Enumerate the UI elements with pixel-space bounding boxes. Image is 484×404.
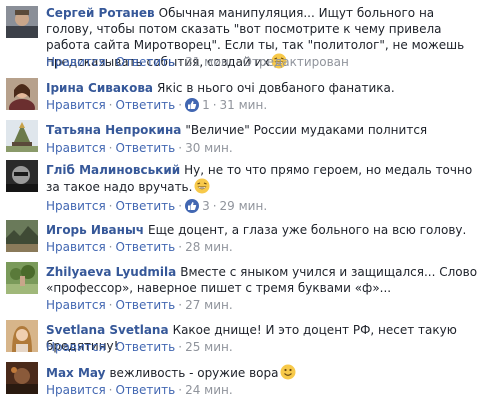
comment-time[interactable]: 30 мин. xyxy=(185,141,233,155)
comment-time[interactable]: 24 мин. xyxy=(185,383,233,397)
separator-dot: · xyxy=(235,55,240,69)
comment-time[interactable]: 25 мин. xyxy=(185,340,233,354)
like-button[interactable]: Нравится xyxy=(46,98,106,112)
comment-author[interactable]: Zhilyaeva Lyudmila xyxy=(46,265,176,279)
comment-author[interactable]: Гліб Малиновський xyxy=(46,163,180,177)
reply-button[interactable]: Ответить xyxy=(116,383,176,397)
separator-dot: · xyxy=(178,199,183,213)
avatar[interactable] xyxy=(6,262,38,294)
reply-button[interactable]: Ответить xyxy=(116,298,176,312)
comment-item: Татьяна Непрокина "Величие" России мудака… xyxy=(0,120,484,160)
avatar[interactable] xyxy=(6,220,38,252)
like-button[interactable]: Нравится xyxy=(46,298,106,312)
thumbs-up-icon[interactable] xyxy=(185,98,200,112)
avatar[interactable] xyxy=(6,320,38,352)
thumbs-up-icon[interactable] xyxy=(185,199,200,213)
like-button[interactable]: Нравится xyxy=(46,55,106,69)
smiley-face-icon xyxy=(280,364,296,380)
separator-dot: · xyxy=(178,98,183,112)
separator-dot: · xyxy=(108,55,113,69)
reply-button[interactable]: Ответить xyxy=(116,55,176,69)
avatar[interactable] xyxy=(6,120,38,152)
laughing-face-icon xyxy=(194,178,210,194)
avatar[interactable] xyxy=(6,78,38,110)
comment-author[interactable]: Сергей Ротанев xyxy=(46,6,155,20)
comment-text: Еще доцент, а глаза уже больного на всю … xyxy=(148,223,467,237)
comment-author[interactable]: Татьяна Непрокина xyxy=(46,123,181,137)
separator-dot: · xyxy=(108,383,113,397)
edited-label[interactable]: Отредактирован xyxy=(243,55,349,69)
comment-time[interactable]: 27 мин. xyxy=(185,298,233,312)
comment-time[interactable]: 28 мин. xyxy=(185,240,233,254)
comment-item: Max May вежливость - оружие вора Нравится… xyxy=(0,362,484,402)
separator-dot: · xyxy=(178,240,183,254)
reply-button[interactable]: Ответить xyxy=(116,199,176,213)
comment-item: Zhilyaeva Lyudmila Вместе с яныком учился… xyxy=(0,262,484,318)
comment-item: Гліб Малиновський Ну, не то что прямо гер… xyxy=(0,160,484,216)
comment-author[interactable]: Игорь Иваныч xyxy=(46,223,144,237)
separator-dot: · xyxy=(212,98,217,112)
like-button[interactable]: Нравится xyxy=(46,141,106,155)
comment-item: Svetlana Svetlana Какое днище! И это доце… xyxy=(0,320,484,360)
comment-author[interactable]: Svetlana Svetlana xyxy=(46,323,169,337)
like-count[interactable]: 3 xyxy=(202,199,210,213)
comment-item: Игорь Иваныч Еще доцент, а глаза уже боль… xyxy=(0,220,484,260)
comment-author[interactable]: Max May xyxy=(46,366,105,380)
avatar[interactable] xyxy=(6,6,38,38)
reply-button[interactable]: Ответить xyxy=(116,98,176,112)
reply-button[interactable]: Ответить xyxy=(116,141,176,155)
comment-time[interactable]: 29 мин. xyxy=(220,199,268,213)
separator-dot: · xyxy=(178,298,183,312)
like-button[interactable]: Нравится xyxy=(46,199,106,213)
separator-dot: · xyxy=(108,199,113,213)
comment-text: "Величие" России мудаками полнится xyxy=(185,123,428,137)
separator-dot: · xyxy=(178,141,183,155)
like-button[interactable]: Нравится xyxy=(46,383,106,397)
separator-dot: · xyxy=(178,55,183,69)
comment-text: Якіс в нього очі довбаного фанатика. xyxy=(157,81,395,95)
like-count[interactable]: 1 xyxy=(202,98,210,112)
reply-button[interactable]: Ответить xyxy=(116,240,176,254)
like-button[interactable]: Нравится xyxy=(46,240,106,254)
comment-text: вежливость - оружие вора xyxy=(109,366,279,380)
separator-dot: · xyxy=(108,98,113,112)
separator-dot: · xyxy=(108,340,113,354)
separator-dot: · xyxy=(212,199,217,213)
avatar[interactable] xyxy=(6,362,38,394)
comment-author[interactable]: Ірина Сивакова xyxy=(46,81,153,95)
avatar[interactable] xyxy=(6,160,38,192)
separator-dot: · xyxy=(178,340,183,354)
reply-button[interactable]: Ответить xyxy=(116,340,176,354)
separator-dot: · xyxy=(178,383,183,397)
comment-time[interactable]: 31 мин. xyxy=(185,55,233,69)
comment-item: Сергей Ротанев Обычная манипуляция... Ищу… xyxy=(0,0,484,70)
separator-dot: · xyxy=(108,240,113,254)
separator-dot: · xyxy=(108,298,113,312)
separator-dot: · xyxy=(108,141,113,155)
like-button[interactable]: Нравится xyxy=(46,340,106,354)
comment-time[interactable]: 31 мин. xyxy=(220,98,268,112)
comment-item: Ірина Сивакова Якіс в нього очі довбаного… xyxy=(0,78,484,118)
